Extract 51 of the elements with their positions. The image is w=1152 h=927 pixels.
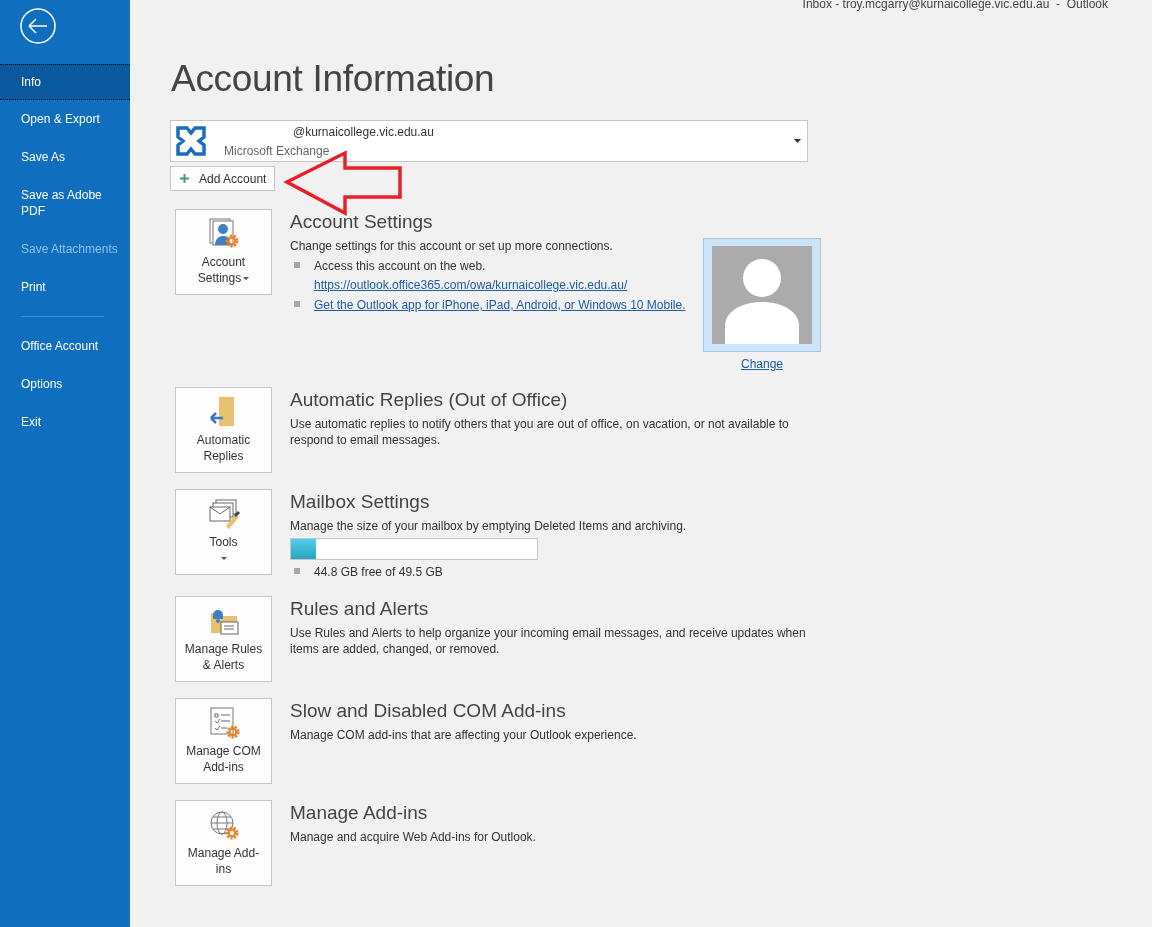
- plus-icon: [180, 174, 189, 183]
- link[interactable]: https://outlook.office365.com/owa/kurnaicollege.vic.edu.au/: [314, 277, 628, 293]
- window-title: Inbox - troy.mcgarry@kurnaicollege.vic.edu.au - Outlook: [802, 0, 1108, 11]
- account-type: Microsoft Exchange: [224, 144, 331, 158]
- section-button[interactable]: Manage COM Add-ins: [175, 698, 272, 784]
- section-description: Manage COM add-ins that are affecting your Outlook experience.: [290, 727, 638, 743]
- sidebar-item[interactable]: Office Account: [0, 327, 130, 365]
- sidebar-item[interactable]: Print: [0, 268, 130, 306]
- sidebar-item[interactable]: Exit: [0, 403, 130, 441]
- change-photo-link[interactable]: Change: [740, 357, 783, 371]
- globe-gear-icon: [207, 809, 240, 841]
- dropdown-caret-icon: [243, 277, 250, 281]
- dropdown-caret-icon: [794, 139, 801, 143]
- sidebar-item[interactable]: Save As: [0, 138, 130, 176]
- add-account-button[interactable]: Add Account: [170, 166, 276, 191]
- bullet-icon: [294, 262, 300, 268]
- section-description: Change settings for this account or set up more connections.: [290, 238, 614, 254]
- section-button[interactable]: Manage Add-ins: [175, 800, 272, 886]
- bullet-icon: [294, 301, 300, 307]
- section-title: Automatic Replies (Out of Office): [290, 389, 569, 411]
- section-title: Mailbox Settings: [290, 491, 431, 513]
- tools-button[interactable]: Tools: [175, 489, 272, 575]
- section-description: Use automatic replies to notify others that you are out of office, on vacation, or not available to respond to email messages.: [290, 416, 790, 448]
- exchange-logo-icon: [176, 126, 206, 156]
- section-button[interactable]: Automatic Replies: [175, 387, 272, 473]
- sidebar-item[interactable]: Save as Adobe PDF: [0, 176, 130, 230]
- checklist-gear-icon: [207, 707, 240, 739]
- section-title: Rules and Alerts: [290, 598, 430, 620]
- person-silhouette-icon: [712, 246, 812, 344]
- section-title: Manage Add-ins: [290, 802, 429, 824]
- account-dropdown[interactable]: @kurnaicollege.vic.edu.au Microsoft Exchange: [170, 120, 808, 162]
- section-description: Manage and acquire Web Add-ins for Outlook.: [290, 829, 537, 845]
- storage-reading: 44.8 GB free of 49.5 GB: [314, 564, 443, 580]
- section-description: Use Rules and Alerts to help organize your incoming email messages, and receive updates when items are added, changed, or removed.: [290, 625, 807, 657]
- account-email: @kurnaicollege.vic.edu.au: [293, 125, 434, 139]
- sidebar-item[interactable]: Options: [0, 365, 130, 403]
- envelopes-brush-icon: [207, 498, 240, 530]
- section-description: Manage the size of your mailbox by emptying Deleted Items and archiving.: [290, 518, 688, 534]
- back-button[interactable]: [20, 8, 56, 44]
- dropdown-caret-icon: [221, 557, 228, 561]
- link[interactable]: Get the Outlook app for iPhone, iPad, Android, or Windows 10 Mobile.: [314, 297, 686, 313]
- section-button[interactable]: Manage Rules & Alerts: [175, 596, 272, 682]
- section-title: Account Settings: [290, 211, 434, 233]
- section-button[interactable]: Account Settings: [175, 209, 272, 295]
- person-gear-icon: [207, 218, 240, 250]
- bullet-icon: [294, 568, 300, 574]
- sidebar-item[interactable]: Info: [0, 64, 130, 100]
- section-title: Slow and Disabled COM Add-ins: [290, 700, 567, 722]
- page-title: Account Information: [171, 58, 496, 100]
- sidebar-item[interactable]: Open & Export: [0, 100, 130, 138]
- bullet-text: Access this account on the web.: [314, 258, 487, 274]
